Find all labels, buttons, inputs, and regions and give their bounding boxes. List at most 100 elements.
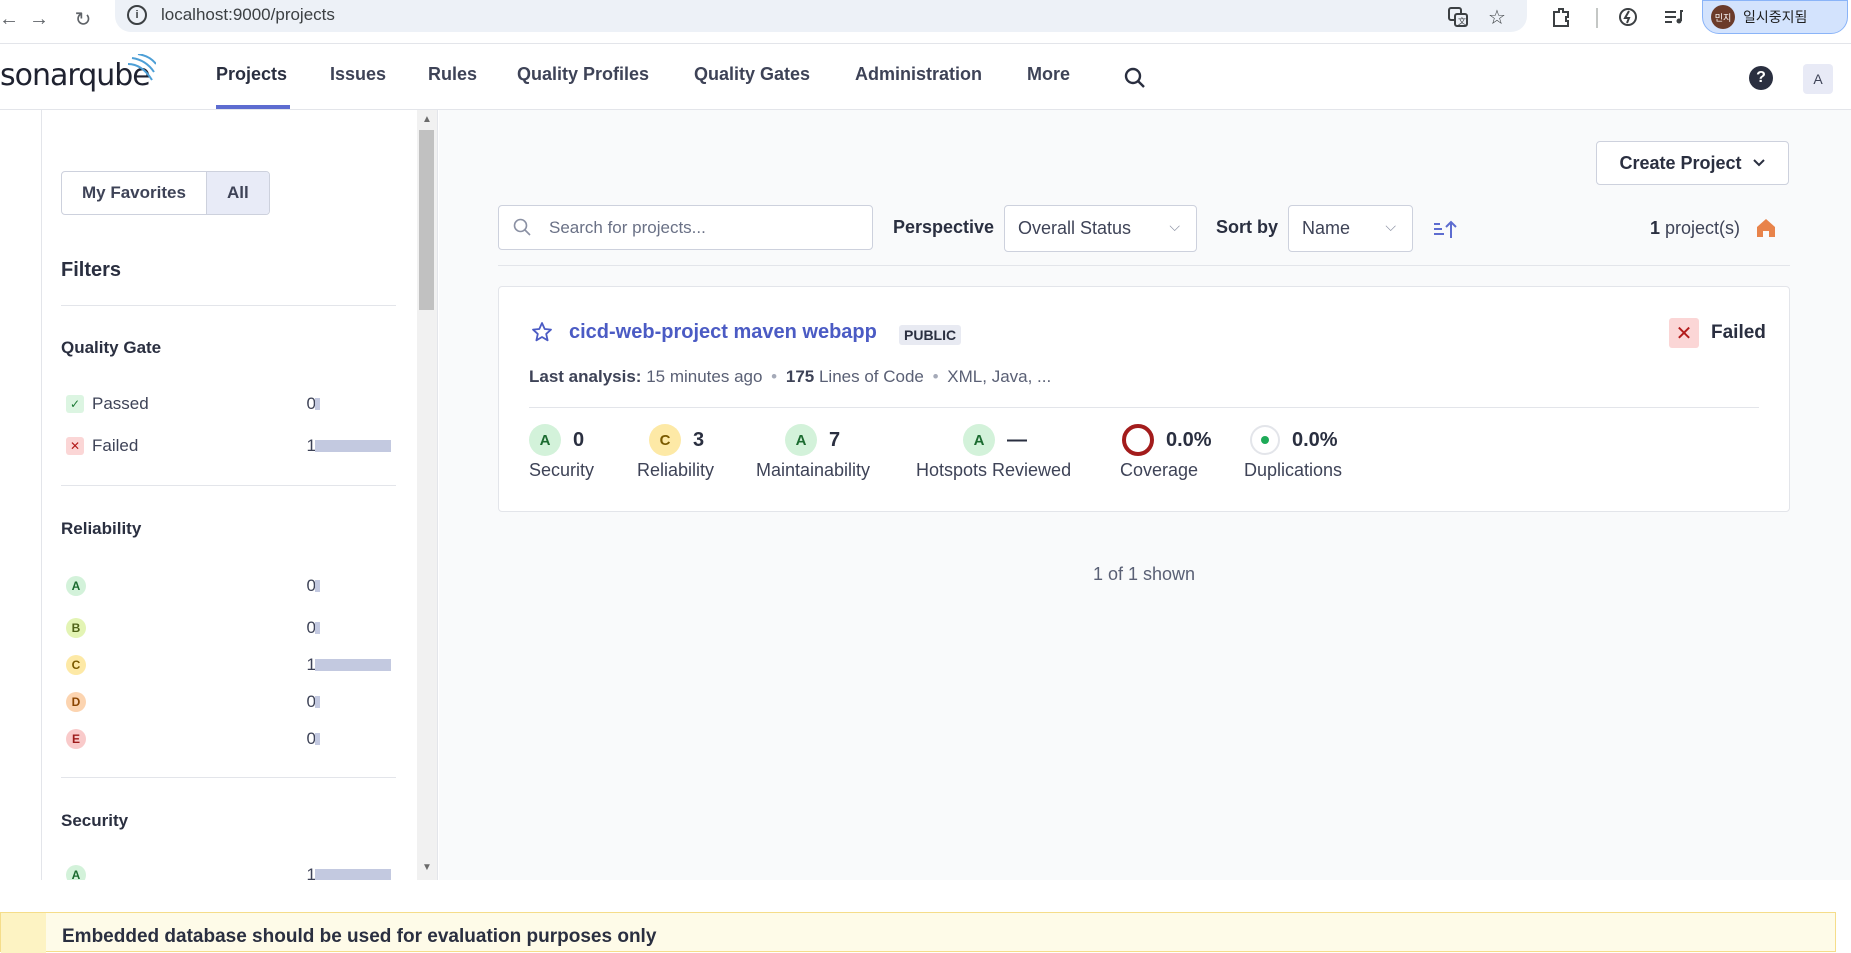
performance-icon[interactable] — [1615, 4, 1641, 30]
home-icon[interactable] — [1755, 217, 1777, 239]
divider — [61, 485, 396, 486]
nav-more[interactable]: More — [1027, 64, 1070, 85]
project-search[interactable] — [498, 205, 873, 250]
sort-direction-icon[interactable] — [1432, 218, 1458, 240]
metric-security[interactable]: A 0 Security — [529, 424, 594, 481]
facet-quality-gate-passed[interactable]: ✓ Passed 0 — [66, 391, 391, 417]
status-label: Failed — [1711, 322, 1766, 343]
help-icon[interactable]: ? — [1749, 66, 1773, 90]
divider — [61, 305, 396, 306]
search-input[interactable] — [549, 216, 859, 240]
back-icon[interactable]: ← — [0, 4, 24, 34]
facet-quality-gate-failed[interactable]: ✕ Failed 1 — [66, 433, 391, 459]
facet-security-a[interactable]: A 1 — [66, 862, 391, 880]
project-count-number: 1 — [1650, 218, 1661, 238]
rating-badge: A — [785, 424, 817, 456]
sidebar-scrollbar[interactable]: ▲ ▼ — [417, 110, 437, 880]
quality-gate-status: ✕ Failed — [1669, 318, 1766, 348]
nav-projects[interactable]: Projects — [216, 64, 287, 85]
nav-administration[interactable]: Administration — [855, 64, 982, 85]
main-navigation: sonarqube Projects Issues Rules Quality … — [0, 44, 1851, 110]
profile-label: 일시중지됨 — [1743, 9, 1808, 25]
user-avatar[interactable]: A — [1803, 64, 1833, 94]
loc-number: 175 — [785, 367, 815, 386]
create-project-button[interactable]: Create Project — [1596, 141, 1789, 185]
translate-icon[interactable]: 文 — [1445, 4, 1471, 30]
rating-a-badge: A — [66, 576, 86, 596]
sort-label: Sort by — [1216, 217, 1279, 237]
svg-text:文: 文 — [1458, 16, 1466, 26]
extensions-icon[interactable] — [1548, 4, 1574, 30]
rating-b-badge: B — [66, 618, 86, 638]
facet-bar — [315, 733, 320, 745]
browser-toolbar: ← → ↻ i localhost:9000/projects 文 ☆ 민지 일… — [0, 0, 1851, 44]
facet-reliability-e[interactable]: E 0 — [66, 726, 391, 752]
nav-rules[interactable]: Rules — [428, 64, 477, 85]
facet-count: 0 — [306, 729, 316, 748]
scrollbar-thumb[interactable] — [419, 130, 434, 310]
address-bar[interactable]: i localhost:9000/projects 文 ☆ — [115, 0, 1527, 32]
facet-bar — [315, 696, 320, 708]
media-controls-icon[interactable] — [1660, 4, 1686, 30]
coverage-ring-icon — [1122, 424, 1154, 456]
metric-hotspots[interactable]: A — Hotspots Reviewed — [916, 424, 1071, 481]
site-info-icon[interactable]: i — [127, 5, 147, 25]
project-name-link[interactable]: cicd-web-project maven webapp — [569, 321, 877, 344]
toggle-my-favorites[interactable]: My Favorites — [62, 172, 206, 214]
metric-name: Maintainability — [756, 460, 871, 480]
metric-maintainability[interactable]: A 7 Maintainability — [756, 424, 870, 481]
quality-gate-title: Quality Gate — [61, 338, 162, 357]
facet-reliability-b[interactable]: B 0 — [66, 615, 391, 641]
scroll-up-icon[interactable]: ▲ — [422, 114, 432, 125]
metric-name: Coverage — [1120, 460, 1199, 480]
bookmark-star-icon[interactable]: ☆ — [1484, 4, 1510, 30]
url-text[interactable]: localhost:9000/projects — [161, 5, 335, 25]
project-meta: Last analysis: 15 minutes ago • 175 Line… — [529, 367, 1051, 387]
metric-name: Security — [529, 460, 595, 480]
profile-button[interactable]: 민지 일시중지됨 — [1702, 0, 1848, 34]
shown-count: 1 of 1 shown — [1093, 564, 1196, 584]
sonarqube-logo[interactable]: sonarqube — [0, 54, 156, 93]
scroll-down-icon[interactable]: ▼ — [422, 862, 432, 873]
toggle-all[interactable]: All — [205, 172, 269, 214]
facet-bar — [315, 440, 391, 452]
active-nav-indicator — [216, 105, 290, 109]
rating-e-badge: E — [66, 729, 86, 749]
check-icon: ✓ — [66, 395, 84, 413]
perspective-select[interactable]: Overall Status ⌵ — [1004, 205, 1197, 252]
metric-coverage[interactable]: 0.0% Coverage — [1120, 424, 1212, 481]
divider — [498, 265, 1790, 266]
facet-reliability-d[interactable]: D 0 — [66, 689, 391, 715]
forward-icon[interactable]: → — [24, 4, 54, 34]
chevron-down-icon: ⌵ — [1169, 218, 1180, 234]
nav-quality-gates[interactable]: Quality Gates — [694, 64, 810, 85]
favorite-star-icon[interactable] — [531, 321, 553, 343]
nav-issues[interactable]: Issues — [330, 64, 386, 85]
sidebar-panel — [41, 110, 416, 880]
security-title: Security — [61, 811, 129, 830]
duplications-ring-icon — [1250, 425, 1280, 455]
facet-bar — [315, 659, 391, 671]
toolbar-divider — [1596, 8, 1598, 28]
rating-c-badge: C — [66, 655, 86, 675]
metric-value: 7 — [829, 428, 841, 451]
nav-quality-profiles[interactable]: Quality Profiles — [517, 64, 649, 85]
metric-reliability[interactable]: C 3 Reliability — [637, 424, 714, 481]
search-icon[interactable] — [1123, 66, 1147, 90]
sidebar-clip: A 1 — [0, 862, 417, 880]
reload-icon[interactable]: ↻ — [68, 4, 98, 34]
filters-title: Filters — [61, 259, 122, 281]
divider — [529, 407, 1759, 408]
rating-badge: A — [963, 424, 995, 456]
sort-select[interactable]: Name ⌵ — [1288, 205, 1413, 252]
facet-bar — [315, 398, 320, 410]
metric-duplications[interactable]: 0.0% Duplications — [1244, 424, 1342, 481]
facet-reliability-c[interactable]: C 1 — [66, 652, 391, 678]
metric-name: Duplications — [1244, 460, 1343, 480]
rating-badge: A — [529, 424, 561, 456]
facet-count: 0 — [306, 394, 316, 413]
rating-a-badge: A — [66, 865, 86, 880]
languages: XML, Java, ... — [947, 367, 1052, 386]
facet-reliability-a[interactable]: A 0 — [66, 573, 391, 599]
sort-value: Name — [1302, 218, 1351, 238]
